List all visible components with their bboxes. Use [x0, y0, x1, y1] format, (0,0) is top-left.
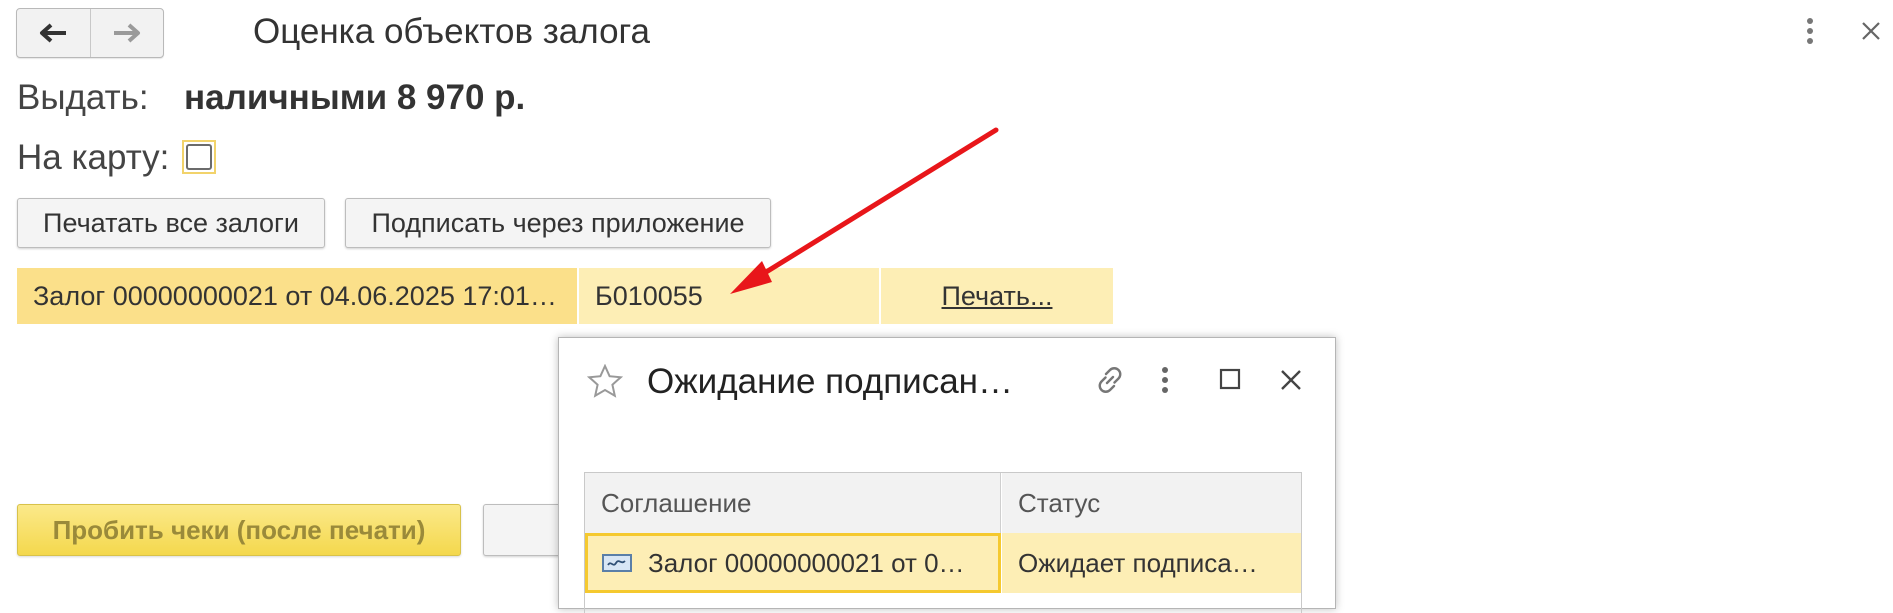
window-title: Оценка объектов залога: [253, 12, 651, 51]
payout-label: Выдать:: [17, 78, 149, 117]
signing-dialog: Ожидание подписан… Соглашение Статус Зал…: [558, 337, 1336, 613]
favorite-button[interactable]: [586, 363, 624, 403]
sign-via-app-button[interactable]: Подписать через приложение: [345, 198, 771, 248]
status-cell[interactable]: Ожидает подписа…: [1002, 533, 1301, 593]
maximize-icon: [1219, 368, 1241, 390]
link-icon: [1098, 367, 1122, 393]
history-nav: [16, 8, 164, 58]
print-all-pledges-button[interactable]: Печатать все залоги: [17, 198, 325, 248]
window-more-button[interactable]: [1803, 16, 1817, 51]
back-button[interactable]: [17, 9, 90, 57]
card-checkbox[interactable]: [182, 140, 216, 174]
more-vertical-icon: [1162, 367, 1168, 393]
payout-value: наличными 8 970 р.: [184, 78, 526, 117]
annotation-arrow: [730, 127, 999, 294]
column-header-agreement[interactable]: Соглашение: [585, 473, 1001, 533]
close-icon: [1862, 22, 1880, 40]
column-header-status[interactable]: Статус: [1002, 473, 1301, 533]
document-icon: [602, 554, 632, 572]
close-icon: [1281, 370, 1301, 390]
window-close-button[interactable]: [1860, 20, 1882, 47]
arrow-right-icon: [113, 23, 140, 43]
more-vertical-icon: [1807, 18, 1813, 44]
dialog-title: Ожидание подписан…: [647, 362, 1014, 401]
maximize-button[interactable]: [1219, 368, 1241, 395]
card-label: На карту:: [17, 138, 170, 177]
agreements-table: Соглашение Статус Залог 00000000021 от 0…: [584, 472, 1302, 613]
checkbox-box: [186, 144, 212, 170]
agreement-text: Залог 00000000021 от 0…: [648, 547, 965, 578]
dialog-more-button[interactable]: [1159, 366, 1171, 399]
copy-link-button[interactable]: [1092, 362, 1128, 403]
star-icon: [586, 363, 624, 398]
dialog-close-button[interactable]: [1279, 368, 1303, 397]
forward-button[interactable]: [89, 9, 164, 57]
print-checks-button[interactable]: Пробить чеки (после печати): [17, 504, 461, 556]
agreement-cell[interactable]: Залог 00000000021 от 0…: [585, 533, 1001, 593]
pledge-name: Залог 00000000021 от 04.06.2025 17:01…: [17, 268, 577, 324]
arrow-left-icon: [40, 23, 67, 43]
